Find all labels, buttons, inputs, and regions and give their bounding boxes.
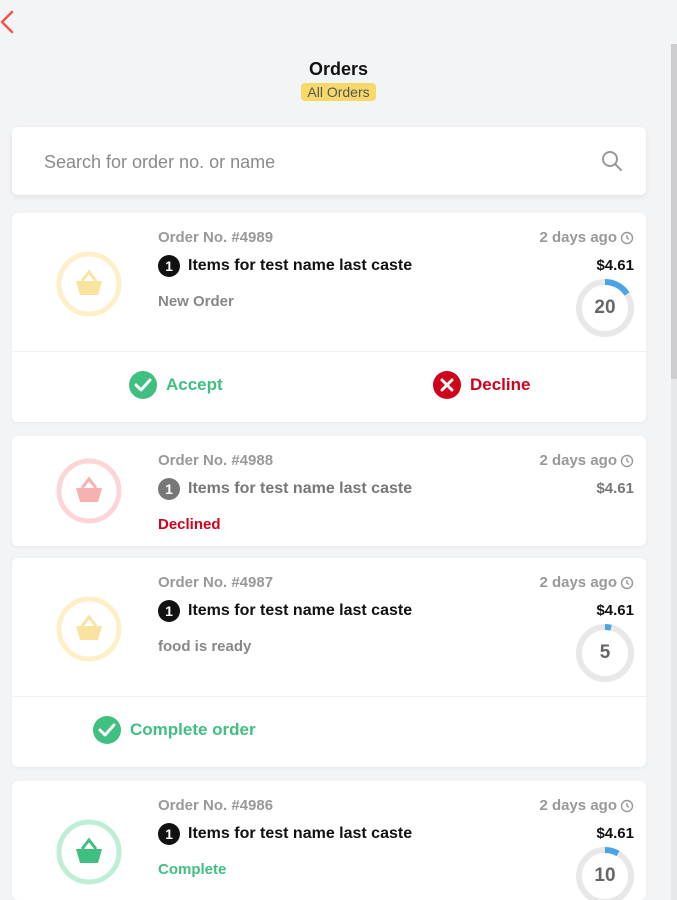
items-label: Items for test name last caste bbox=[188, 480, 413, 497]
order-time-text: 2 days ago bbox=[539, 797, 617, 814]
timer-value: 5 bbox=[599, 642, 611, 663]
accept-label: Accept bbox=[166, 375, 223, 394]
back-arrow-icon[interactable] bbox=[0, 8, 18, 36]
order-card-body[interactable]: Order No. #4988 1 Items for test name la… bbox=[12, 436, 646, 546]
order-number: Order No. #4987 bbox=[158, 574, 274, 591]
order-price: $4.61 bbox=[596, 602, 634, 619]
check-circle-icon bbox=[129, 371, 157, 399]
order-card[interactable]: Order No. #4989 1 Items for test name la… bbox=[12, 213, 646, 422]
order-items: 1 Items for test name last caste bbox=[158, 478, 412, 500]
order-time-text: 2 days ago bbox=[539, 574, 617, 591]
clock-icon bbox=[620, 454, 634, 467]
search-icon[interactable] bbox=[600, 149, 624, 173]
page-header: Orders All Orders bbox=[0, 58, 677, 102]
scrollbar[interactable] bbox=[671, 44, 677, 900]
items-label: Items for test name last caste bbox=[188, 825, 413, 842]
search-input[interactable] bbox=[42, 145, 586, 179]
clock-icon bbox=[620, 231, 634, 244]
item-count-badge: 1 bbox=[158, 600, 180, 622]
item-count-badge: 1 bbox=[158, 255, 180, 277]
order-items: 1 Items for test name last caste bbox=[158, 255, 412, 277]
order-status: Complete bbox=[158, 861, 227, 878]
order-status: food is ready bbox=[158, 638, 252, 655]
order-card-body[interactable]: Order No. #4986 1 Items for test name la… bbox=[12, 781, 646, 900]
order-status: Declined bbox=[158, 516, 221, 533]
order-time: 2 days ago bbox=[539, 797, 634, 814]
order-items: 1 Items for test name last caste bbox=[158, 600, 412, 622]
order-card-body[interactable]: Order No. #4989 1 Items for test name la… bbox=[12, 213, 646, 351]
order-items: 1 Items for test name last caste bbox=[158, 823, 412, 845]
filter-badge[interactable]: All Orders bbox=[301, 83, 376, 101]
timer-value: 20 bbox=[594, 297, 616, 318]
complete-order-button[interactable]: Complete order bbox=[92, 715, 256, 745]
complete-order-label: Complete order bbox=[130, 720, 256, 739]
order-price: $4.61 bbox=[596, 480, 634, 497]
order-status: New Order bbox=[158, 293, 234, 310]
order-card[interactable]: Order No. #4988 1 Items for test name la… bbox=[12, 436, 646, 546]
order-number: Order No. #4989 bbox=[158, 229, 274, 246]
clock-icon bbox=[620, 576, 634, 589]
order-time: 2 days ago bbox=[539, 452, 634, 469]
order-number: Order No. #4988 bbox=[158, 452, 274, 469]
scrollbar-thumb[interactable] bbox=[671, 44, 677, 379]
page-title: Orders bbox=[308, 59, 369, 79]
order-time-text: 2 days ago bbox=[539, 452, 617, 469]
x-circle-icon bbox=[433, 371, 461, 399]
order-card[interactable]: Order No. #4987 1 Items for test name la… bbox=[12, 558, 646, 767]
item-count-badge: 1 bbox=[158, 823, 180, 845]
order-time-text: 2 days ago bbox=[539, 229, 617, 246]
order-card[interactable]: Order No. #4986 1 Items for test name la… bbox=[12, 781, 646, 900]
check-circle-icon bbox=[93, 716, 121, 744]
order-number: Order No. #4986 bbox=[158, 797, 274, 814]
items-label: Items for test name last caste bbox=[188, 257, 413, 274]
item-count-badge: 1 bbox=[158, 478, 180, 500]
timer-value: 10 bbox=[594, 865, 616, 886]
order-price: $4.61 bbox=[596, 825, 634, 842]
order-actions: Complete order bbox=[12, 696, 646, 767]
accept-button[interactable]: Accept bbox=[128, 370, 223, 400]
order-time: 2 days ago bbox=[539, 229, 634, 246]
order-price: $4.61 bbox=[596, 257, 634, 274]
decline-label: Decline bbox=[470, 375, 531, 394]
basket-icon bbox=[56, 251, 122, 317]
search-bar bbox=[12, 127, 646, 195]
order-time: 2 days ago bbox=[539, 574, 634, 591]
basket-icon bbox=[56, 596, 122, 662]
clock-icon bbox=[620, 799, 634, 812]
basket-icon bbox=[56, 458, 122, 524]
order-actions: Accept Decline bbox=[12, 351, 646, 422]
basket-icon bbox=[56, 819, 122, 885]
decline-button[interactable]: Decline bbox=[432, 370, 530, 400]
items-label: Items for test name last caste bbox=[188, 602, 413, 619]
order-card-body[interactable]: Order No. #4987 1 Items for test name la… bbox=[12, 558, 646, 696]
